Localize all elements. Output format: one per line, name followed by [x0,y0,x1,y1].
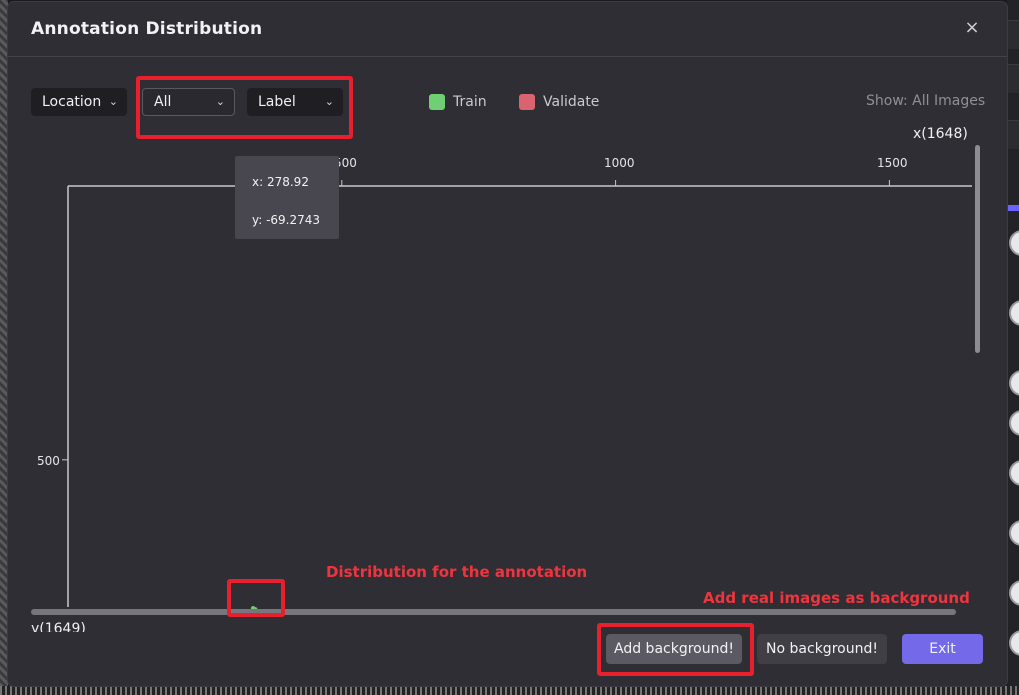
chart-tooltip: x: 278.92 y: -69.2743 [235,156,339,239]
x-tick-label: 1000 [604,156,635,170]
y-axis-title: y(1649) [31,622,86,632]
background-app-right-panel [1007,0,1019,695]
highlight-box-distribution [227,579,285,617]
highlight-box-add-background [597,623,754,676]
vertical-scrollbar[interactable] [975,145,980,353]
annotation-distribution-dialog: Annotation Distribution × Location ⌄ All… [8,2,1007,686]
distribution-annotation-text: Distribution for the annotation [326,563,588,581]
background-app-bottom-edge [0,686,1019,695]
y-axis-title-clip: y(1649) [8,622,108,632]
y-tick-label: 500 [37,454,60,468]
tooltip-y-value: y: -69.2743 [252,213,321,227]
no-background-button[interactable]: No background! [757,634,887,664]
exit-button[interactable]: Exit [902,634,983,664]
scatter-chart[interactable] [8,2,1007,686]
background-annotation-text: Add real images as background [703,589,970,607]
background-app-left-edge [0,0,8,695]
tooltip-x-value: x: 278.92 [252,175,309,189]
x-tick-label: 1500 [877,156,908,170]
horizontal-scrollbar[interactable] [31,609,956,615]
